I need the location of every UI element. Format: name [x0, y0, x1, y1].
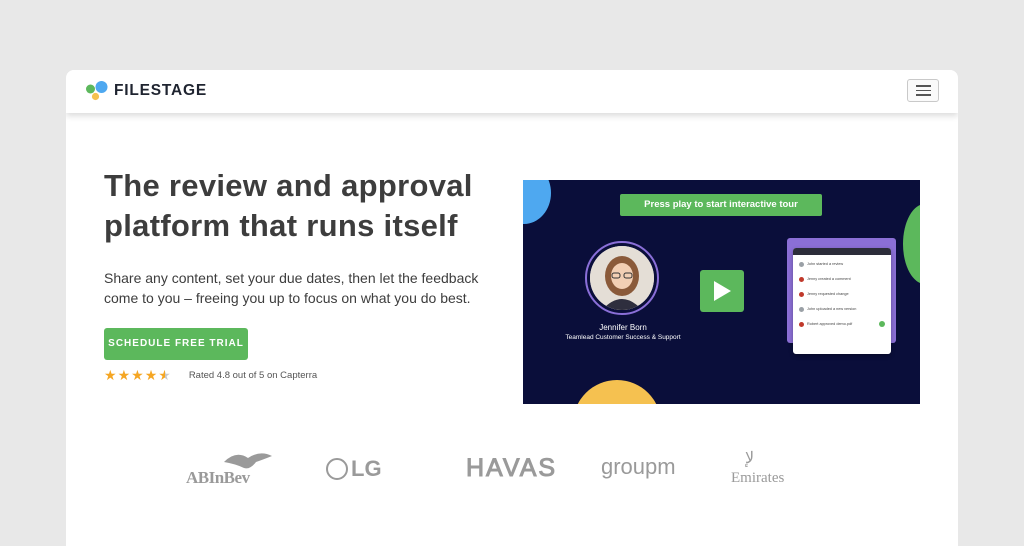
panel-titlebar	[793, 248, 891, 255]
user-avatar-icon	[799, 321, 804, 327]
user-avatar-icon	[799, 291, 804, 297]
hero-subtext: Share any content, set your due dates, t…	[104, 270, 479, 306]
rating-text: Rated 4.8 out of 5 on Capterra	[188, 369, 318, 381]
page-card: FILESTAGE The review and approval platfo…	[66, 70, 958, 546]
emirates-logo: ﻹ Emirates	[731, 450, 785, 486]
activity-item: John started a review	[799, 258, 885, 270]
decorative-blue-circle	[523, 180, 551, 224]
hamburger-icon-line	[915, 94, 931, 96]
groupm-logo: groupm	[601, 454, 676, 479]
brand-name: FILESTAGE	[114, 82, 208, 99]
star-icon: ★	[117, 367, 131, 383]
user-avatar-icon	[799, 261, 804, 267]
activity-item: John uploaded a new version	[799, 303, 885, 315]
logo-dots-icon	[86, 81, 108, 101]
hamburger-icon-line	[915, 85, 931, 87]
decorative-yellow-circle	[573, 380, 661, 404]
customer-logos: ABInBev LG HAVAS groupm ﻹ Emirates	[186, 450, 806, 508]
havas-logo: HAVAS	[465, 454, 558, 483]
activity-feed-panel: John started a review Jenny created a co…	[793, 248, 891, 354]
activity-item: Jenny created a comment	[799, 273, 885, 285]
hero-heading: The review and approval platform that ru…	[104, 168, 473, 243]
decorative-green-circle	[903, 204, 920, 284]
interactive-tour-video[interactable]: Press play to start interactive tour Jen…	[523, 180, 920, 404]
filestage-logo[interactable]: FILESTAGE	[85, 79, 207, 103]
lg-logo: LG	[326, 456, 382, 482]
activity-item: Robert approved demo.pdf	[799, 318, 885, 330]
hamburger-icon-line	[915, 89, 931, 92]
presenter-avatar	[585, 241, 659, 315]
presenter-name: Jennifer Born	[599, 323, 647, 332]
rating-stars: ★ ★ ★ ★ ★	[104, 368, 171, 382]
approved-check-icon	[879, 321, 885, 327]
capterra-rating[interactable]: ★ ★ ★ ★ ★ Rated 4.8 out of 5 on Capterra	[104, 367, 317, 383]
menu-button[interactable]	[907, 79, 939, 102]
star-icon: ★	[144, 367, 158, 383]
play-button[interactable]	[700, 270, 744, 312]
user-avatar-icon	[799, 306, 804, 312]
top-navigation: FILESTAGE	[66, 70, 958, 113]
schedule-trial-button[interactable]: SCHEDULE FREE TRIAL	[104, 328, 248, 360]
person-icon	[590, 246, 654, 310]
half-star-icon: ★	[158, 367, 171, 383]
star-icon: ★	[131, 367, 144, 383]
abinbev-logo: ABInBev	[186, 453, 272, 488]
lg-face-icon	[326, 458, 348, 480]
eagle-icon	[224, 453, 272, 469]
star-icon: ★	[104, 367, 117, 383]
tour-banner[interactable]: Press play to start interactive tour	[620, 194, 822, 216]
play-icon	[714, 281, 731, 301]
presenter-role: Teamlead Customer Success & Support	[565, 334, 681, 341]
activity-item: Jenny requested change	[799, 288, 885, 300]
user-avatar-icon	[799, 276, 804, 282]
arabic-script-icon: ﻹ	[745, 450, 755, 467]
